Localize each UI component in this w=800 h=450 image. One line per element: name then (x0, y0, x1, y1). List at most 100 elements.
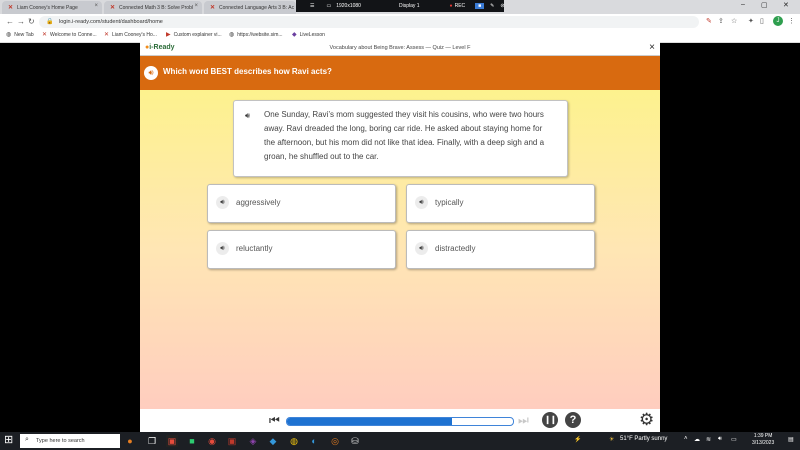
iready-app: ●i-Ready Vocabulary about Being Brave: A… (140, 42, 660, 432)
taskbar-search[interactable]: ⌕ Type here to search (20, 434, 120, 448)
previous-icon[interactable]: ⏮ (269, 414, 280, 426)
clock-time: 1:39 PM (753, 433, 773, 439)
speaker-icon[interactable]: 🔊︎ (216, 242, 229, 255)
app-icon[interactable]: ■ (186, 435, 198, 447)
screen-recorder-bar: ☰ ▭ 1920x1080 Display 1 ● REC ■ ✎ ⊘ (296, 0, 505, 12)
tab-language-arts[interactable]: ✕ Connected Language Arts 3 B: Ac (204, 1, 296, 14)
tab-math[interactable]: ✕ Connected Math 3 B: Solve Probl × (104, 1, 202, 14)
more-menu-icon[interactable]: ⋮ (788, 17, 795, 25)
address-bar[interactable]: 🔒 login.i-ready.com/student/dashboard/ho… (39, 16, 699, 28)
x-logo-icon: ✕ (210, 5, 216, 11)
taskbar-clock[interactable]: 1:39 PM 3/13/2023 (752, 433, 774, 447)
bookmark-welcome[interactable]: ✕ Welcome to Conne... (42, 31, 97, 39)
tab-home-page[interactable]: ✕ Liam Cooney's Home Page × (2, 1, 102, 14)
bookmark-label: Liam Cooney's Ho... (112, 31, 157, 38)
speaker-icon[interactable]: 🔊︎ (415, 196, 428, 209)
close-window-icon[interactable]: ✕ (783, 1, 789, 9)
sidebar-icon[interactable]: ▯ (760, 17, 764, 25)
extension-icon[interactable]: ✎ (706, 17, 712, 25)
wifi-icon[interactable]: ≋ (706, 436, 711, 443)
bookmark-explainer[interactable]: ▶ Custom explainer vi... (166, 31, 222, 39)
bookmark-website[interactable]: ◍ https://website.sim... (229, 31, 283, 39)
speaker-icon[interactable]: 🔊︎ (144, 66, 158, 80)
minimize-icon[interactable]: – (741, 1, 745, 8)
tray-up-chevron-icon[interactable]: ˄ (684, 436, 688, 442)
video-icon: ▶ (166, 32, 171, 38)
stop-icon[interactable]: ■ (475, 3, 485, 9)
back-arrow-icon[interactable]: ← (6, 17, 14, 26)
search-placeholder: Type here to search (36, 438, 85, 444)
bookmark-label: Custom explainer vi... (173, 31, 222, 38)
chrome-icon[interactable]: ◍ (288, 435, 300, 447)
answer-label: typically (435, 198, 464, 207)
bookmark-new-tab[interactable]: ◍ New Tab (6, 31, 34, 39)
lesson-controls: ⏮ ⏭ ❙❙ ? ⚙ (140, 409, 660, 432)
firefox-icon[interactable]: ◎ (329, 435, 341, 447)
x-logo-icon: ✕ (110, 5, 116, 11)
question-area: 🔊︎ One Sunday, Ravi’s mom suggested they… (140, 90, 660, 409)
puzzle-icon[interactable]: ✦ (748, 17, 754, 25)
pause-button[interactable]: ❙❙ (542, 412, 558, 428)
bookmark-livelesson[interactable]: ◆ LiveLesson (292, 31, 325, 39)
speaker-icon[interactable]: 🔊︎ (216, 196, 229, 209)
close-tab-icon[interactable]: × (194, 3, 198, 9)
answer-label: aggressively (236, 198, 281, 207)
progress-fill (287, 418, 452, 425)
avatar[interactable]: J (773, 16, 783, 26)
bookmark-home-page[interactable]: ✕ Liam Cooney's Ho... (104, 31, 157, 39)
app-header: ●i-Ready Vocabulary about Being Brave: A… (140, 42, 660, 56)
close-tab-icon[interactable]: × (94, 3, 98, 9)
passage-card: 🔊︎ One Sunday, Ravi’s mom suggested they… (233, 100, 568, 177)
next-icon[interactable]: ⏭ (518, 414, 529, 426)
cloud-icon[interactable]: ☁ (694, 436, 700, 443)
battery-icon[interactable]: ▭ (731, 436, 737, 443)
question-text: Which word BEST describes how Ravi acts? (163, 67, 332, 76)
url-text: login.i-ready.com/student/dashboard/home (59, 19, 163, 25)
speaker-icon[interactable]: 🔊︎ (415, 242, 428, 255)
x-logo-icon: ✕ (104, 32, 110, 38)
close-lesson-icon[interactable]: × (649, 42, 655, 53)
bookmark-label: Welcome to Conne... (50, 31, 97, 38)
answer-typically[interactable]: 🔊︎ typically (406, 184, 595, 223)
network-share-icon[interactable]: ⚡ (574, 436, 581, 443)
restore-icon[interactable]: ▢ (761, 1, 768, 9)
x-logo-icon: ✕ (8, 5, 14, 11)
notifications-icon[interactable]: ▤ (788, 436, 794, 443)
progress-bar (286, 417, 514, 426)
pencil-icon[interactable]: ✎ (490, 3, 494, 9)
monitor-icon: ▭ (326, 3, 332, 9)
answer-distractedly[interactable]: 🔊︎ distractedly (406, 230, 595, 269)
edge-icon[interactable]: ◐ (308, 435, 320, 447)
settings-gear-icon[interactable]: ⚙ (639, 410, 654, 430)
answer-reluctantly[interactable]: 🔊︎ reluctantly (207, 230, 396, 269)
globe-icon: ◍ (6, 32, 12, 38)
answer-aggressively[interactable]: 🔊︎ aggressively (207, 184, 396, 223)
weather-text[interactable]: 51°F Partly sunny (620, 436, 667, 442)
bookmark-star-icon[interactable]: ☆ (731, 17, 737, 25)
forward-arrow-icon[interactable]: → (17, 17, 25, 26)
browser-tab-strip: ✕ Liam Cooney's Home Page × ✕ Connected … (0, 0, 800, 14)
browser-toolbar: ← → ↻ 🔒 login.i-ready.com/student/dashbo… (0, 14, 800, 30)
pin-icon[interactable]: ⊘ (500, 3, 504, 9)
speaker-icon[interactable]: 🔊︎ (245, 111, 250, 121)
menu-icon[interactable]: ☰ (310, 3, 314, 9)
answer-label: distractedly (435, 244, 476, 253)
app-icon[interactable]: ▣ (166, 435, 178, 447)
windows-start-icon[interactable]: ⊞ (4, 435, 13, 446)
help-button[interactable]: ? (565, 412, 581, 428)
app-icon[interactable]: ◆ (267, 435, 279, 447)
lock-icon: 🔒 (46, 19, 54, 25)
app-icon[interactable]: ⛁ (349, 435, 361, 447)
task-view-icon[interactable]: ❐ (146, 435, 158, 447)
share-icon[interactable]: ⇪ (718, 17, 724, 25)
volume-icon[interactable]: 🔊︎ (718, 436, 722, 443)
tab-label: Connected Language Arts 3 B: Ac (219, 4, 295, 11)
basketball-icon[interactable]: ● (124, 435, 136, 447)
record-icon[interactable]: ◉ (206, 435, 218, 447)
bookmark-label: https://website.sim... (237, 31, 283, 38)
reload-icon[interactable]: ↻ (28, 17, 35, 26)
app-icon[interactable]: ▣ (226, 435, 238, 447)
app-icon[interactable]: ◈ (247, 435, 259, 447)
livelesson-icon: ◆ (292, 32, 297, 38)
search-icon: ⌕ (25, 436, 29, 443)
